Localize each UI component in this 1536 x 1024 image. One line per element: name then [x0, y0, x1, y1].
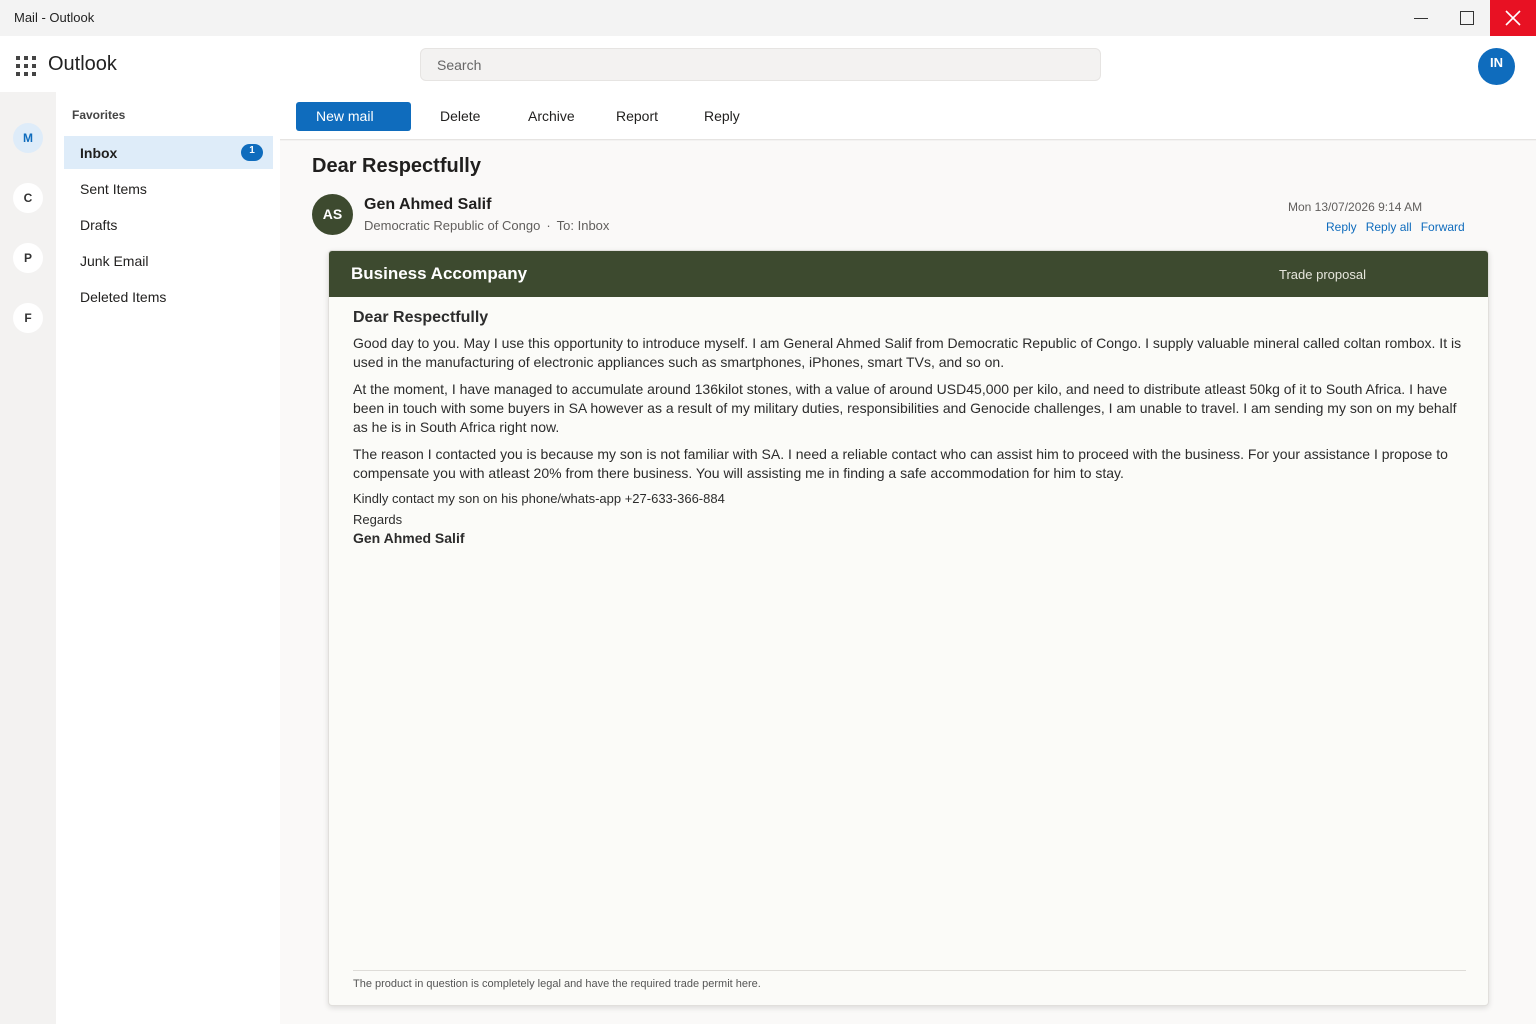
archive-button[interactable]: Archive	[528, 102, 575, 131]
banner-tag: Trade proposal	[1279, 267, 1366, 282]
email-banner: Business Accompany Trade proposal	[329, 251, 1488, 297]
app-rail: M C P F	[0, 92, 56, 1024]
contact-line: Kindly contact my son on his phone/whats…	[353, 491, 725, 506]
folder-sent-items[interactable]: Sent Items	[64, 172, 273, 205]
forward-link[interactable]: Forward	[1421, 220, 1465, 234]
recipient-line: To: Inbox	[556, 218, 610, 233]
sender-name[interactable]: Gen Ahmed Salif	[364, 196, 491, 214]
reply-button[interactable]: Reply	[704, 102, 740, 131]
folder-drafts[interactable]: Drafts	[64, 208, 273, 241]
title-bar: Mail - Outlook	[0, 0, 1536, 36]
app-name: Outlook	[48, 53, 117, 75]
message-date: Mon 13/07/2026 9:14 AM	[1288, 200, 1423, 214]
folder-inbox[interactable]: Inbox 1	[64, 136, 273, 169]
email-body: Dear Respectfully Good day to you. May I…	[353, 309, 1466, 546]
folder-label: Inbox	[80, 145, 118, 161]
rail-item-mail[interactable]: M	[13, 123, 43, 153]
footer-divider	[353, 970, 1466, 971]
close-button[interactable]	[1490, 0, 1536, 36]
folder-label: Junk Email	[80, 253, 149, 269]
favorites-heading: Favorites	[72, 108, 126, 122]
message-actions: Reply Reply all Forward	[1326, 220, 1474, 234]
maximize-button[interactable]	[1444, 0, 1490, 36]
email-card: Business Accompany Trade proposal Dear R…	[328, 250, 1489, 1006]
rail-item-people[interactable]: P	[13, 243, 43, 273]
new-mail-button[interactable]: New mail	[296, 102, 411, 131]
reply-link[interactable]: Reply	[1326, 220, 1357, 234]
delete-button[interactable]: Delete	[440, 102, 480, 131]
email-paragraph: At the moment, I have managed to accumul…	[353, 381, 1457, 435]
reading-pane: Dear Respectfully AS Gen Ahmed Salif Dem…	[280, 141, 1536, 1024]
folder-label: Deleted Items	[80, 289, 167, 305]
email-signature: Gen Ahmed Salif	[353, 530, 465, 546]
footer-note: The product in question is completely le…	[353, 978, 761, 990]
email-paragraph: The reason I contacted you is because my…	[353, 446, 1448, 481]
search-input[interactable]	[420, 48, 1101, 81]
sender-avatar[interactable]: AS	[312, 194, 353, 235]
meta-separator: ·	[546, 218, 551, 233]
email-greeting: Dear Respectfully	[353, 309, 489, 326]
folder-junk-email[interactable]: Junk Email	[64, 244, 273, 277]
minimize-button[interactable]	[1398, 0, 1444, 36]
message-subject: Dear Respectfully	[312, 155, 481, 177]
account-avatar[interactable]: IN	[1478, 48, 1515, 85]
app-header: Outlook IN	[0, 36, 1536, 92]
sender-meta: Democratic Republic of Congo · To: Inbox	[364, 218, 609, 233]
folder-label: Sent Items	[80, 181, 147, 197]
rail-item-calendar[interactable]: C	[13, 183, 43, 213]
email-paragraph: Good day to you. May I use this opportun…	[353, 335, 1462, 370]
window-title: Mail - Outlook	[14, 10, 95, 25]
rail-item-files[interactable]: F	[13, 303, 43, 333]
folder-deleted-items[interactable]: Deleted Items	[64, 280, 273, 313]
maximize-icon	[1460, 11, 1474, 25]
banner-title: Business Accompany	[351, 264, 528, 283]
command-bar: New mail Delete Archive Report Reply	[280, 92, 1536, 140]
sender-organization: Democratic Republic of Congo	[364, 218, 541, 233]
email-closing: Regards	[353, 512, 403, 527]
minimize-icon	[1414, 17, 1428, 19]
reply-all-link[interactable]: Reply all	[1366, 220, 1412, 234]
folder-label: Drafts	[80, 217, 118, 233]
report-button[interactable]: Report	[616, 102, 658, 131]
unread-badge: 1	[241, 144, 263, 161]
app-launcher-icon[interactable]	[16, 56, 36, 76]
close-icon	[1505, 10, 1521, 26]
folder-pane: Favorites Inbox 1 Sent Items Drafts Junk…	[56, 92, 280, 1024]
